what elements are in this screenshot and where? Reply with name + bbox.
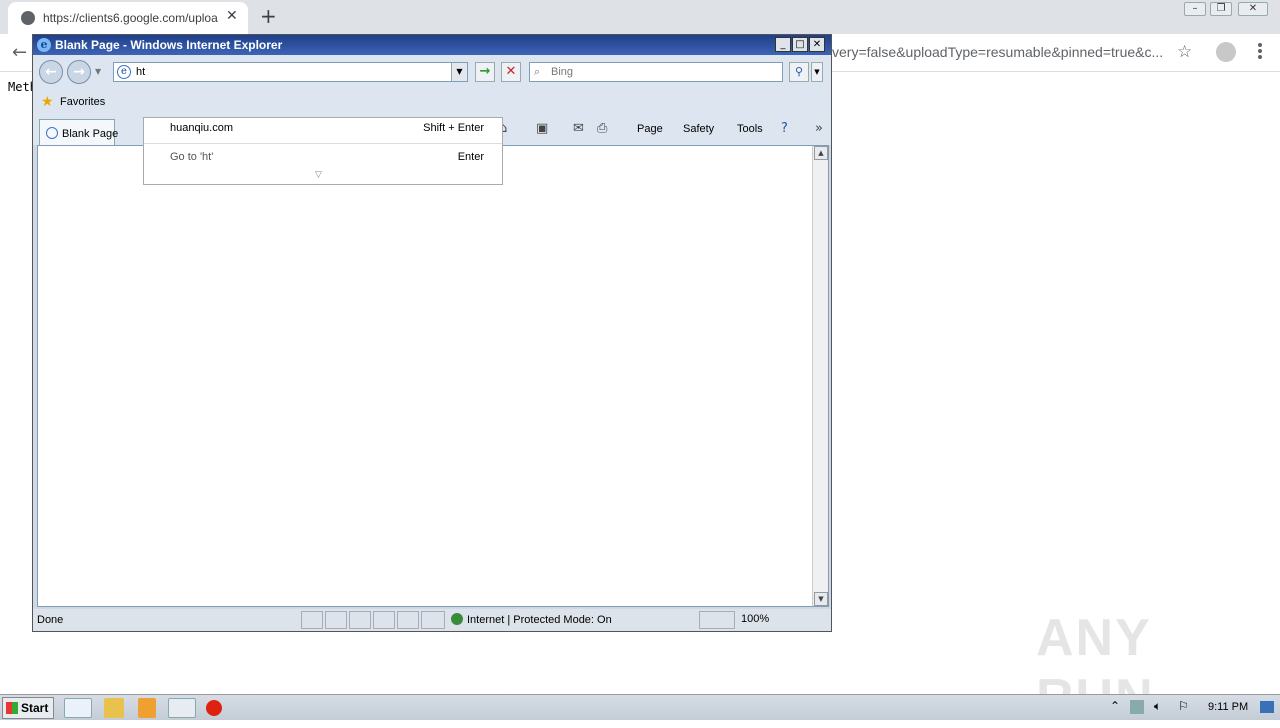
explorer-taskbar-icon[interactable] xyxy=(104,698,124,718)
ie-tab-label: Blank Page xyxy=(62,128,119,140)
address-autocomplete-dropdown: huanqiu.com Shift + Enter Go to 'ht' Ent… xyxy=(143,117,503,185)
ie-favorites-bar: ★ Favorites xyxy=(33,89,831,115)
windows-logo-icon xyxy=(6,702,18,714)
media-player-taskbar-icon[interactable] xyxy=(138,698,156,718)
status-pane xyxy=(349,611,371,629)
ie-window-title: Blank Page - Windows Internet Explorer xyxy=(55,38,283,52)
goto-shortcut: Enter xyxy=(457,151,484,163)
close-tab-icon[interactable]: ✕ xyxy=(226,8,238,24)
ie-taskbar-icon[interactable] xyxy=(64,698,92,718)
suggestion-label: huanqiu.com xyxy=(170,122,233,134)
ie-tab[interactable]: Blank Page xyxy=(39,119,119,145)
ie-forward-icon[interactable]: → xyxy=(67,60,91,84)
go-button[interactable]: → xyxy=(475,62,495,82)
search-placeholder: Bing xyxy=(551,66,574,78)
scroll-down-icon[interactable]: ▼ xyxy=(814,592,828,606)
feeds-icon[interactable]: ▣ xyxy=(536,121,548,136)
start-button[interactable]: Start xyxy=(2,697,54,719)
help-icon[interactable]: ? xyxy=(781,121,788,136)
page-icon: e xyxy=(117,65,131,79)
chrome-tab[interactable]: https://clients6.google.com/upload/d ✕ xyxy=(8,2,248,34)
page-menu[interactable]: Page xyxy=(637,123,663,135)
internet-zone-icon xyxy=(451,613,463,625)
scroll-up-icon[interactable]: ▲ xyxy=(814,146,828,160)
start-label: Start xyxy=(21,701,49,715)
ie-back-icon[interactable]: ← xyxy=(39,60,63,84)
status-pane xyxy=(325,611,347,629)
taskbar: Start ⌃ 🔈︎ ⚐ 9:11 PM xyxy=(0,694,1280,720)
search-button[interactable]: ⚲ xyxy=(789,62,809,82)
suggestion-shortcut: Shift + Enter xyxy=(423,122,484,134)
goto-item[interactable]: Go to 'ht' Enter xyxy=(144,147,502,167)
ie-title-bar[interactable]: e Blank Page - Windows Internet Explorer… xyxy=(33,35,831,55)
network-icon[interactable] xyxy=(1130,700,1144,714)
new-tab-button[interactable]: + xyxy=(260,4,277,28)
search-options-icon[interactable]: ▼ xyxy=(811,62,823,82)
status-pane xyxy=(397,611,419,629)
chrome-tab-title: https://clients6.google.com/upload/d xyxy=(43,11,218,25)
print-icon[interactable]: ⎙ xyxy=(597,121,607,136)
ie-minimize-button[interactable]: _ xyxy=(775,37,791,52)
divider xyxy=(144,143,502,144)
antivirus-taskbar-icon[interactable] xyxy=(206,700,222,716)
tab-page-icon xyxy=(46,127,58,139)
chrome-url-text[interactable]: very=false&uploadType=resumable&pinned=t… xyxy=(832,44,1162,60)
show-hidden-icons-icon[interactable]: ⌃ xyxy=(1110,699,1120,713)
bookmark-star-icon[interactable]: ☆ xyxy=(1177,42,1192,62)
vertical-scrollbar[interactable]: ▲ ▼ xyxy=(812,146,828,606)
favorites-button[interactable]: Favorites xyxy=(60,96,105,108)
chrome-taskbar-icon[interactable] xyxy=(168,698,196,718)
globe-icon xyxy=(21,11,35,25)
recent-pages-icon[interactable]: ▼ xyxy=(95,67,101,76)
stop-button[interactable]: ✕ xyxy=(501,62,521,82)
show-desktop-icon[interactable] xyxy=(1260,701,1274,713)
search-icon: ⌕ xyxy=(534,65,541,78)
chrome-menu-icon[interactable] xyxy=(1258,43,1262,59)
favorites-star-icon[interactable]: ★ xyxy=(41,94,54,110)
status-text: Done xyxy=(37,614,64,626)
ie-status-bar: Done Internet | Protected Mode: On 100% xyxy=(33,609,831,631)
ie-close-button[interactable]: ✕ xyxy=(809,37,825,52)
ie-nav-bar: ← → ▼ e ht ▼ → ✕ ⌕ Bing ⚲ ▼ xyxy=(33,55,831,89)
safety-menu[interactable]: Safety xyxy=(683,123,714,135)
tools-menu[interactable]: Tools xyxy=(737,123,763,135)
address-input[interactable]: ht xyxy=(136,66,145,78)
ie-window: e Blank Page - Windows Internet Explorer… xyxy=(32,34,832,632)
status-pane xyxy=(373,611,395,629)
ie-search-box[interactable]: ⌕ Bing xyxy=(529,62,783,82)
status-pane xyxy=(301,611,323,629)
restore-button[interactable]: ❐ xyxy=(1210,2,1232,16)
clock[interactable]: 9:11 PM xyxy=(1208,701,1248,713)
goto-label: Go to 'ht' xyxy=(170,151,214,163)
zone-label: Internet | Protected Mode: On xyxy=(467,614,612,626)
status-pane xyxy=(421,611,445,629)
ie-maximize-button[interactable]: □ xyxy=(792,37,808,52)
zoom-level[interactable]: 100% xyxy=(741,613,769,625)
volume-icon[interactable]: 🔈︎ xyxy=(1154,699,1161,714)
expand-suggestions-icon[interactable]: ▽ xyxy=(315,170,322,180)
action-center-flag-icon[interactable]: ⚐ xyxy=(1178,699,1189,713)
overflow-chevron-icon[interactable]: » xyxy=(815,121,823,136)
back-arrow-icon[interactable]: ← xyxy=(12,42,27,63)
address-dropdown-icon[interactable]: ▼ xyxy=(451,63,467,81)
ie-address-bar[interactable]: e ht ▼ xyxy=(113,62,468,82)
system-tray: ⌃ 🔈︎ ⚐ xyxy=(1106,697,1278,719)
minimize-button[interactable]: – xyxy=(1184,2,1206,16)
ie-content-area[interactable]: ▲ ▼ xyxy=(37,145,829,607)
close-window-button[interactable]: ✕ xyxy=(1238,2,1268,16)
security-zone[interactable]: Internet | Protected Mode: On xyxy=(451,613,612,626)
ie-logo-icon: e xyxy=(37,38,51,52)
chrome-tab-strip: https://clients6.google.com/upload/d ✕ +… xyxy=(0,0,1280,34)
read-mail-icon[interactable]: ✉ xyxy=(573,121,584,136)
protected-mode-icon[interactable] xyxy=(699,611,735,629)
avatar[interactable] xyxy=(1216,42,1236,62)
suggestion-item[interactable]: huanqiu.com Shift + Enter xyxy=(144,118,502,138)
